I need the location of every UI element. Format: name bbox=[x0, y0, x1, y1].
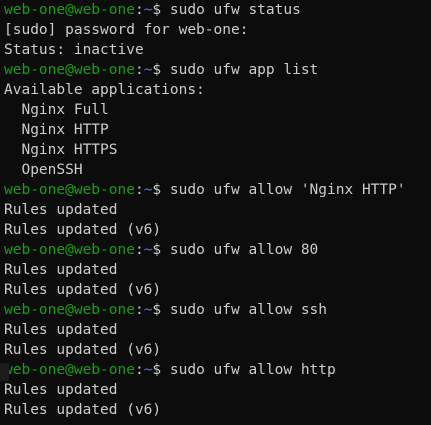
prompt-user-host: web-one@web-one bbox=[4, 302, 135, 318]
output-line: Nginx HTTPS bbox=[4, 140, 431, 160]
prompt-dollar: $ bbox=[152, 362, 162, 378]
command-line: web-one@web-one:~$ sudo ufw app list bbox=[4, 60, 431, 80]
prompt-dollar: $ bbox=[152, 302, 162, 318]
command-text: sudo ufw allow ssh bbox=[161, 302, 328, 318]
output-text: Rules updated (v6) bbox=[4, 222, 162, 238]
command-text: sudo ufw allow 80 bbox=[161, 242, 319, 258]
output-line: Rules updated bbox=[4, 320, 431, 340]
output-line: Rules updated bbox=[4, 200, 431, 220]
prompt-separator: : bbox=[134, 362, 144, 378]
command-text: sudo ufw allow http bbox=[161, 362, 336, 378]
terminal-output: web-one@web-one:~$ sudo ufw status [sudo]… bbox=[4, 0, 431, 420]
command-text: sudo ufw allow 'Nginx HTTP' bbox=[161, 182, 406, 198]
prompt-separator: : bbox=[134, 62, 144, 78]
output-line: Nginx Full bbox=[4, 100, 431, 120]
prompt-user-host: web-one@web-one bbox=[4, 242, 135, 258]
output-text: Rules updated (v6) bbox=[4, 282, 162, 298]
command-text: sudo ufw app list bbox=[161, 62, 319, 78]
command-line: web-one@web-one:~$ sudo ufw status bbox=[4, 0, 431, 20]
output-line: Rules updated (v6) bbox=[4, 400, 431, 420]
terminal-window[interactable]: web-one@web-one:~$ sudo ufw status [sudo]… bbox=[0, 0, 431, 425]
output-line: Nginx HTTP bbox=[4, 120, 431, 140]
prompt-dollar: $ bbox=[152, 62, 162, 78]
output-text: OpenSSH bbox=[4, 162, 83, 178]
output-line: Rules updated bbox=[4, 260, 431, 280]
output-line: Rules updated bbox=[4, 380, 431, 400]
text-cursor bbox=[0, 363, 9, 381]
prompt-dollar: $ bbox=[152, 242, 162, 258]
output-line: Rules updated (v6) bbox=[4, 280, 431, 300]
command-line: web-one@web-one:~$ sudo ufw allow 80 bbox=[4, 240, 431, 260]
prompt-user-host: web-one@web-one bbox=[4, 62, 135, 78]
prompt-separator: : bbox=[134, 302, 144, 318]
command-line: web-one@web-one:~$ sudo ufw allow http bbox=[4, 360, 431, 380]
output-text: [sudo] password for web-one: bbox=[4, 22, 249, 38]
output-text: Rules updated bbox=[4, 322, 118, 338]
output-line: Rules updated (v6) bbox=[4, 340, 431, 360]
prompt-dollar: $ bbox=[152, 2, 162, 18]
prompt-separator: : bbox=[134, 2, 144, 18]
output-line: Status: inactive bbox=[4, 40, 431, 60]
output-line: OpenSSH bbox=[4, 160, 431, 180]
output-text: Nginx Full bbox=[4, 102, 109, 118]
output-text: Available applications: bbox=[4, 82, 205, 98]
output-line: Available applications: bbox=[4, 80, 431, 100]
command-line: web-one@web-one:~$ sudo ufw allow 'Nginx… bbox=[4, 180, 431, 200]
prompt-user-host: web-one@web-one bbox=[4, 182, 135, 198]
output-text: Status: inactive bbox=[4, 42, 144, 58]
prompt-user-host: web-one@web-one bbox=[4, 362, 135, 378]
output-text: Nginx HTTPS bbox=[4, 142, 118, 158]
output-text: Rules updated bbox=[4, 262, 118, 278]
prompt-dollar: $ bbox=[152, 182, 162, 198]
command-line: web-one@web-one:~$ sudo ufw allow ssh bbox=[4, 300, 431, 320]
command-text: sudo ufw status bbox=[161, 2, 301, 18]
output-text: Nginx HTTP bbox=[4, 122, 109, 138]
output-line: Rules updated (v6) bbox=[4, 220, 431, 240]
output-text: Rules updated (v6) bbox=[4, 342, 162, 358]
output-text: Rules updated (v6) bbox=[4, 402, 162, 418]
output-line: [sudo] password for web-one: bbox=[4, 20, 431, 40]
prompt-user-host: web-one@web-one bbox=[4, 2, 135, 18]
output-text: Rules updated bbox=[4, 382, 118, 398]
prompt-separator: : bbox=[134, 242, 144, 258]
prompt-separator: : bbox=[134, 182, 144, 198]
output-text: Rules updated bbox=[4, 202, 118, 218]
